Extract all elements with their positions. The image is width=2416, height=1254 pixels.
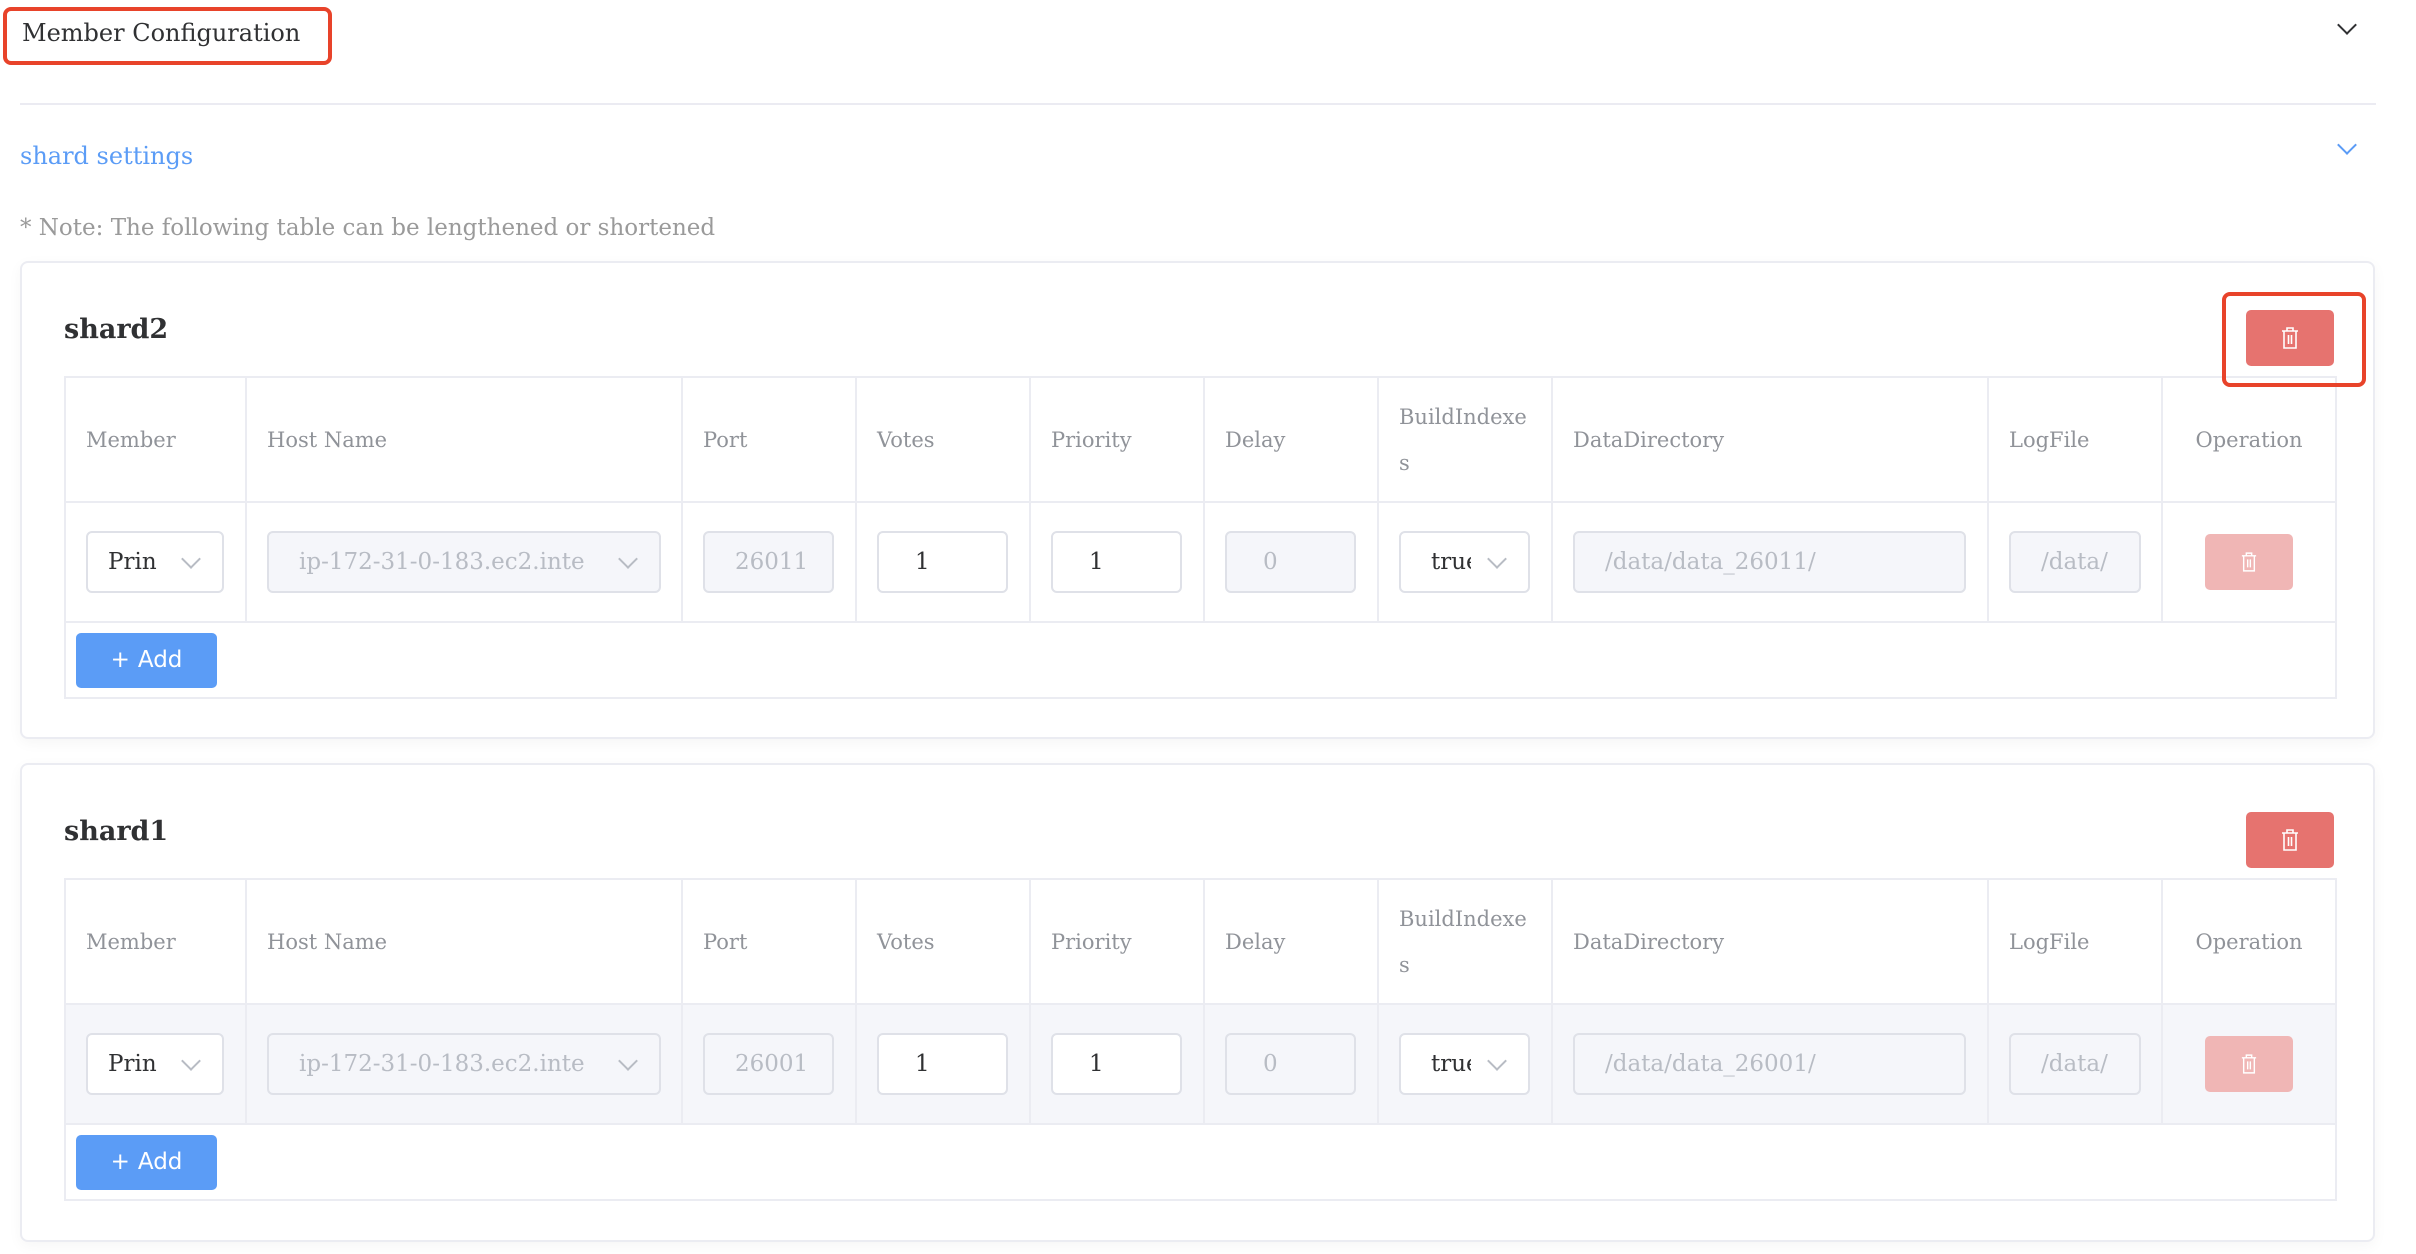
- column-header-operation: Operation: [2161, 878, 2337, 1005]
- delete-shard-button[interactable]: [2246, 812, 2334, 868]
- delay-input[interactable]: 0: [1225, 531, 1356, 593]
- section-title[interactable]: Member Configuration: [22, 16, 300, 50]
- member-select-value: Prin: [108, 549, 157, 575]
- table-row: Prin ip-172-31-0-183.ec2.inte 26011 1 1 …: [64, 501, 2337, 623]
- column-header-priority: Priority: [1029, 376, 1205, 503]
- note-text: * Note: The following table can be lengt…: [20, 215, 716, 241]
- chevron-down-icon: [618, 1051, 638, 1071]
- data-directory-value: /data/data_26001/: [1605, 1051, 1816, 1077]
- add-row: + Add: [64, 621, 2337, 699]
- table-header-row: Member Host Name Port Votes Priority Del…: [64, 878, 2337, 1005]
- add-label: Add: [137, 1149, 183, 1175]
- delay-value: 0: [1263, 549, 1278, 575]
- build-indexes-select[interactable]: true: [1399, 1033, 1530, 1095]
- trash-icon: [2241, 552, 2257, 572]
- add-member-button[interactable]: + Add: [76, 1134, 217, 1190]
- priority-input[interactable]: 1: [1051, 1033, 1182, 1095]
- table-header-row: Member Host Name Port Votes Priority Del…: [64, 376, 2337, 503]
- port-input[interactable]: 26001: [703, 1033, 834, 1095]
- build-indexes-value: true: [1431, 1051, 1471, 1077]
- data-directory-value: /data/data_26011/: [1605, 549, 1816, 575]
- log-file-value: /data/: [2041, 549, 2108, 575]
- column-header-log-file: LogFile: [1987, 376, 2163, 503]
- delay-input[interactable]: 0: [1225, 1033, 1356, 1095]
- table-row: Prin ip-172-31-0-183.ec2.inte 26001 1 1 …: [64, 1003, 2337, 1125]
- delay-value: 0: [1263, 1051, 1278, 1077]
- column-header-priority: Priority: [1029, 878, 1205, 1005]
- subsection-title-shard-settings[interactable]: shard settings: [20, 139, 193, 173]
- log-file-input[interactable]: /data/: [2009, 531, 2141, 593]
- host-name-select[interactable]: ip-172-31-0-183.ec2.inte: [267, 531, 661, 593]
- chevron-down-icon: [1487, 1051, 1507, 1071]
- port-value: 26011: [735, 549, 805, 575]
- shard-card: shard1 Member Host Name Port Votes Prior…: [20, 763, 2375, 1242]
- trash-icon: [2281, 829, 2299, 851]
- column-header-delay: Delay: [1203, 376, 1379, 503]
- build-indexes-value: true: [1431, 549, 1471, 575]
- host-name-value: ip-172-31-0-183.ec2.inte: [299, 1051, 585, 1077]
- members-table: Member Host Name Port Votes Priority Del…: [64, 376, 2337, 699]
- add-row: + Add: [64, 1123, 2337, 1201]
- highlight-annotation-delete: [2222, 292, 2366, 387]
- build-indexes-select[interactable]: true: [1399, 531, 1530, 593]
- member-select-value: Prin: [108, 1051, 157, 1077]
- votes-value: 1: [915, 1051, 930, 1077]
- column-header-votes: Votes: [855, 376, 1031, 503]
- chevron-down-icon: [181, 549, 201, 569]
- divider: [20, 103, 2376, 105]
- votes-value: 1: [915, 549, 930, 575]
- column-header-data-directory: DataDirectory: [1551, 878, 1989, 1005]
- votes-input[interactable]: 1: [877, 531, 1008, 593]
- log-file-value: /data/: [2041, 1051, 2108, 1077]
- priority-value: 1: [1089, 549, 1104, 575]
- chevron-down-icon: [618, 549, 638, 569]
- data-directory-input[interactable]: /data/data_26011/: [1573, 531, 1966, 593]
- column-header-delay: Delay: [1203, 878, 1379, 1005]
- column-header-build-indexes: BuildIndexe s: [1377, 376, 1553, 503]
- delete-row-button[interactable]: [2205, 1036, 2293, 1092]
- shard-title: shard2: [64, 314, 169, 345]
- column-header-host-name: Host Name: [245, 376, 683, 503]
- plus-icon: +: [110, 647, 130, 673]
- delete-row-button[interactable]: [2205, 534, 2293, 590]
- members-table: Member Host Name Port Votes Priority Del…: [64, 878, 2337, 1201]
- column-header-member: Member: [64, 376, 247, 503]
- column-header-votes: Votes: [855, 878, 1031, 1005]
- chevron-down-icon[interactable]: [2337, 15, 2357, 35]
- data-directory-input[interactable]: /data/data_26001/: [1573, 1033, 1966, 1095]
- add-label: Add: [137, 647, 183, 673]
- plus-icon: +: [110, 1149, 130, 1175]
- log-file-input[interactable]: /data/: [2009, 1033, 2141, 1095]
- trash-icon: [2241, 1054, 2257, 1074]
- column-header-port: Port: [681, 376, 857, 503]
- column-header-build-indexes-label: BuildIndexe s: [1399, 906, 1527, 977]
- column-header-build-indexes-label: BuildIndexe s: [1399, 404, 1527, 475]
- host-name-select[interactable]: ip-172-31-0-183.ec2.inte: [267, 1033, 661, 1095]
- chevron-down-icon: [181, 1051, 201, 1071]
- column-header-port: Port: [681, 878, 857, 1005]
- column-header-operation: Operation: [2161, 376, 2337, 503]
- shard-title: shard1: [64, 816, 169, 847]
- priority-input[interactable]: 1: [1051, 531, 1182, 593]
- column-header-member: Member: [64, 878, 247, 1005]
- column-header-log-file: LogFile: [1987, 878, 2163, 1005]
- priority-value: 1: [1089, 1051, 1104, 1077]
- column-header-data-directory: DataDirectory: [1551, 376, 1989, 503]
- votes-input[interactable]: 1: [877, 1033, 1008, 1095]
- port-input[interactable]: 26011: [703, 531, 834, 593]
- column-header-build-indexes: BuildIndexe s: [1377, 878, 1553, 1005]
- host-name-value: ip-172-31-0-183.ec2.inte: [299, 549, 585, 575]
- column-header-host-name: Host Name: [245, 878, 683, 1005]
- port-value: 26001: [735, 1051, 805, 1077]
- member-select[interactable]: Prin: [86, 531, 224, 593]
- shard-card: shard2 Member Host Name Port Votes Prior…: [20, 261, 2375, 739]
- member-select[interactable]: Prin: [86, 1033, 224, 1095]
- chevron-down-icon[interactable]: [2337, 135, 2357, 155]
- add-member-button[interactable]: + Add: [76, 632, 217, 688]
- chevron-down-icon: [1487, 549, 1507, 569]
